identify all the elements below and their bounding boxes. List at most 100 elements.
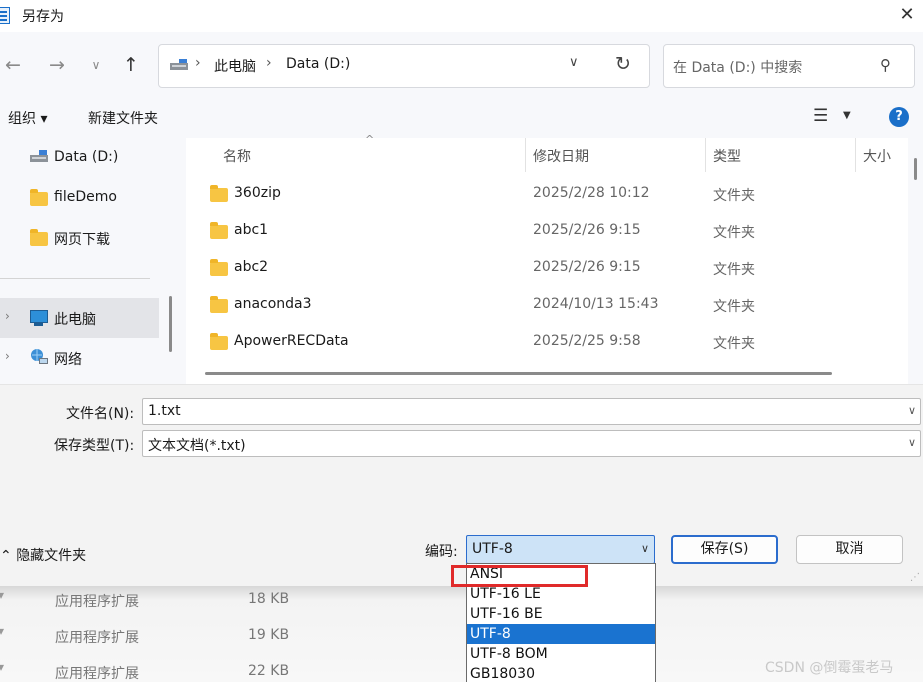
background-row: ▾ 应用程序扩展 19 KB xyxy=(0,622,440,658)
drive-icon xyxy=(30,150,48,162)
save-button[interactable]: 保存(S) xyxy=(671,535,778,564)
nav-item-this-pc[interactable]: › 此电脑 xyxy=(0,298,159,338)
background-type: 应用程序扩展 xyxy=(55,666,139,682)
nav-divider xyxy=(0,278,150,279)
background-row: ▾ 应用程序扩展 18 KB xyxy=(0,586,440,622)
file-type: 文件夹 xyxy=(713,225,755,241)
column-separator[interactable] xyxy=(855,138,856,172)
chevron-down-icon[interactable]: ∨ xyxy=(641,542,649,555)
background-type: 应用程序扩展 xyxy=(55,594,139,610)
resize-grip-icon[interactable]: ⋰ xyxy=(910,572,920,583)
window-title: 另存为 xyxy=(22,9,64,25)
nav-item-label: 网页下载 xyxy=(54,232,110,248)
file-row[interactable]: abc2 2025/2/26 9:15 文件夹 xyxy=(186,250,908,287)
nav-item-web-downloads[interactable]: 网页下载 xyxy=(0,218,159,258)
annotation-highlight-box xyxy=(451,565,588,587)
vertical-scrollbar[interactable] xyxy=(914,158,917,180)
recent-locations-chevron-icon[interactable]: ∨ xyxy=(85,54,107,76)
chevron-down-icon[interactable]: ∨ xyxy=(908,404,916,417)
checkbox-icon: ▾ xyxy=(0,660,5,674)
folder-icon xyxy=(210,222,228,239)
chevron-down-icon[interactable]: ∨ xyxy=(908,436,916,449)
folder-icon xyxy=(210,185,228,202)
network-icon xyxy=(31,349,48,364)
file-name: abc1 xyxy=(234,222,269,238)
expand-chevron-icon[interactable]: › xyxy=(5,309,10,323)
breadcrumb-chevron-icon: › xyxy=(266,55,272,71)
file-name: ApowerRECData xyxy=(234,333,349,349)
column-separator[interactable] xyxy=(705,138,706,172)
nav-item-filedemo[interactable]: fileDemo xyxy=(0,178,159,218)
organize-button[interactable]: 组织 ▾ xyxy=(8,108,47,128)
new-folder-button[interactable]: 新建文件夹 xyxy=(88,108,158,128)
nav-item-label: fileDemo xyxy=(54,189,117,205)
file-date: 2025/2/28 10:12 xyxy=(533,185,650,201)
file-date: 2025/2/26 9:15 xyxy=(533,222,641,238)
nav-item-network[interactable]: › 网络 xyxy=(0,338,159,378)
expand-chevron-icon[interactable]: › xyxy=(5,349,10,363)
filetype-select[interactable]: 文本文档(*.txt) ∨ xyxy=(142,430,921,457)
breadcrumb-chevron-icon: › xyxy=(195,55,201,71)
watermark: CSDN @倒霉蛋老马 xyxy=(765,660,894,676)
nav-item-label: 此电脑 xyxy=(54,312,96,328)
file-row[interactable]: abc1 2025/2/26 9:15 文件夹 xyxy=(186,213,908,250)
view-options-icon[interactable]: ☰ xyxy=(813,106,828,126)
background-size: 22 KB xyxy=(248,663,290,679)
column-header-size[interactable]: 大小 xyxy=(863,146,891,166)
file-row[interactable]: 360zip 2025/2/28 10:12 文件夹 xyxy=(186,176,908,213)
filetype-label: 保存类型(T): xyxy=(54,438,135,454)
filename-label: 文件名(N): xyxy=(66,406,135,422)
close-button[interactable]: ✕ xyxy=(893,2,921,28)
file-type: 文件夹 xyxy=(713,336,755,352)
background-size: 19 KB xyxy=(248,627,290,643)
file-date: 2025/2/25 9:58 xyxy=(533,333,641,349)
horizontal-scrollbar[interactable] xyxy=(205,372,832,375)
refresh-icon[interactable]: ↻ xyxy=(615,53,631,75)
folder-icon xyxy=(210,296,228,313)
encoding-option-utf16be[interactable]: UTF-16 BE xyxy=(467,604,655,624)
encoding-option-utf8bom[interactable]: UTF-8 BOM xyxy=(467,644,655,664)
help-icon[interactable]: ? xyxy=(889,107,909,127)
cancel-button[interactable]: 取消 xyxy=(796,535,903,564)
forward-arrow-icon[interactable]: → xyxy=(46,54,68,76)
back-arrow-icon[interactable]: ← xyxy=(2,54,24,76)
file-type: 文件夹 xyxy=(713,299,755,315)
sort-ascending-icon: ^ xyxy=(365,133,375,146)
column-header-modified[interactable]: 修改日期 xyxy=(533,146,589,166)
view-dropdown-caret-icon[interactable]: ▼ xyxy=(843,110,851,121)
search-placeholder: 在 Data (D:) 中搜索 xyxy=(673,60,803,76)
folder-icon xyxy=(210,333,228,350)
encoding-select[interactable]: UTF-8 ∨ xyxy=(466,535,655,564)
encoding-label: 编码: xyxy=(425,544,458,560)
chevron-up-icon: ⌃ xyxy=(0,548,12,564)
breadcrumb-this-pc[interactable]: 此电脑 xyxy=(214,56,256,76)
column-header-name[interactable]: 名称 xyxy=(223,146,251,166)
notepad-icon xyxy=(0,7,10,24)
file-date: 2025/2/26 9:15 xyxy=(533,259,641,275)
filename-field[interactable]: 1.txt ∨ xyxy=(142,398,921,425)
encoding-option-utf16le[interactable]: UTF-16 LE xyxy=(467,584,655,604)
column-separator[interactable] xyxy=(525,138,526,172)
folder-icon xyxy=(30,229,48,246)
encoding-value: UTF-8 xyxy=(472,541,513,557)
encoding-option-utf8[interactable]: UTF-8 xyxy=(467,624,655,644)
nav-item-label: Data (D:) xyxy=(54,149,119,165)
folder-icon xyxy=(30,189,48,206)
encoding-option-gb18030[interactable]: GB18030 xyxy=(467,664,655,682)
nav-item-data-drive[interactable]: Data (D:) xyxy=(0,138,159,178)
file-date: 2024/10/13 15:43 xyxy=(533,296,659,312)
nav-item-label: 网络 xyxy=(54,352,82,368)
hide-folders-toggle[interactable]: ⌃ 隐藏文件夹 xyxy=(0,545,86,565)
column-header-type[interactable]: 类型 xyxy=(713,146,741,166)
background-row: ▾ 应用程序扩展 22 KB xyxy=(0,658,440,682)
breadcrumb-data-drive[interactable]: Data (D:) xyxy=(286,56,350,72)
address-dropdown-chevron-icon[interactable]: ∨ xyxy=(569,55,579,70)
file-row[interactable]: anaconda3 2024/10/13 15:43 文件夹 xyxy=(186,287,908,324)
title-bar xyxy=(0,0,923,32)
computer-icon xyxy=(30,310,48,326)
nav-scrollbar[interactable] xyxy=(169,296,172,352)
filetype-value: 文本文档(*.txt) xyxy=(148,438,246,454)
search-icon[interactable]: ⚲ xyxy=(880,56,891,74)
up-arrow-icon[interactable]: ↑ xyxy=(120,54,142,76)
file-row[interactable]: ApowerRECData 2025/2/25 9:58 文件夹 xyxy=(186,324,908,361)
